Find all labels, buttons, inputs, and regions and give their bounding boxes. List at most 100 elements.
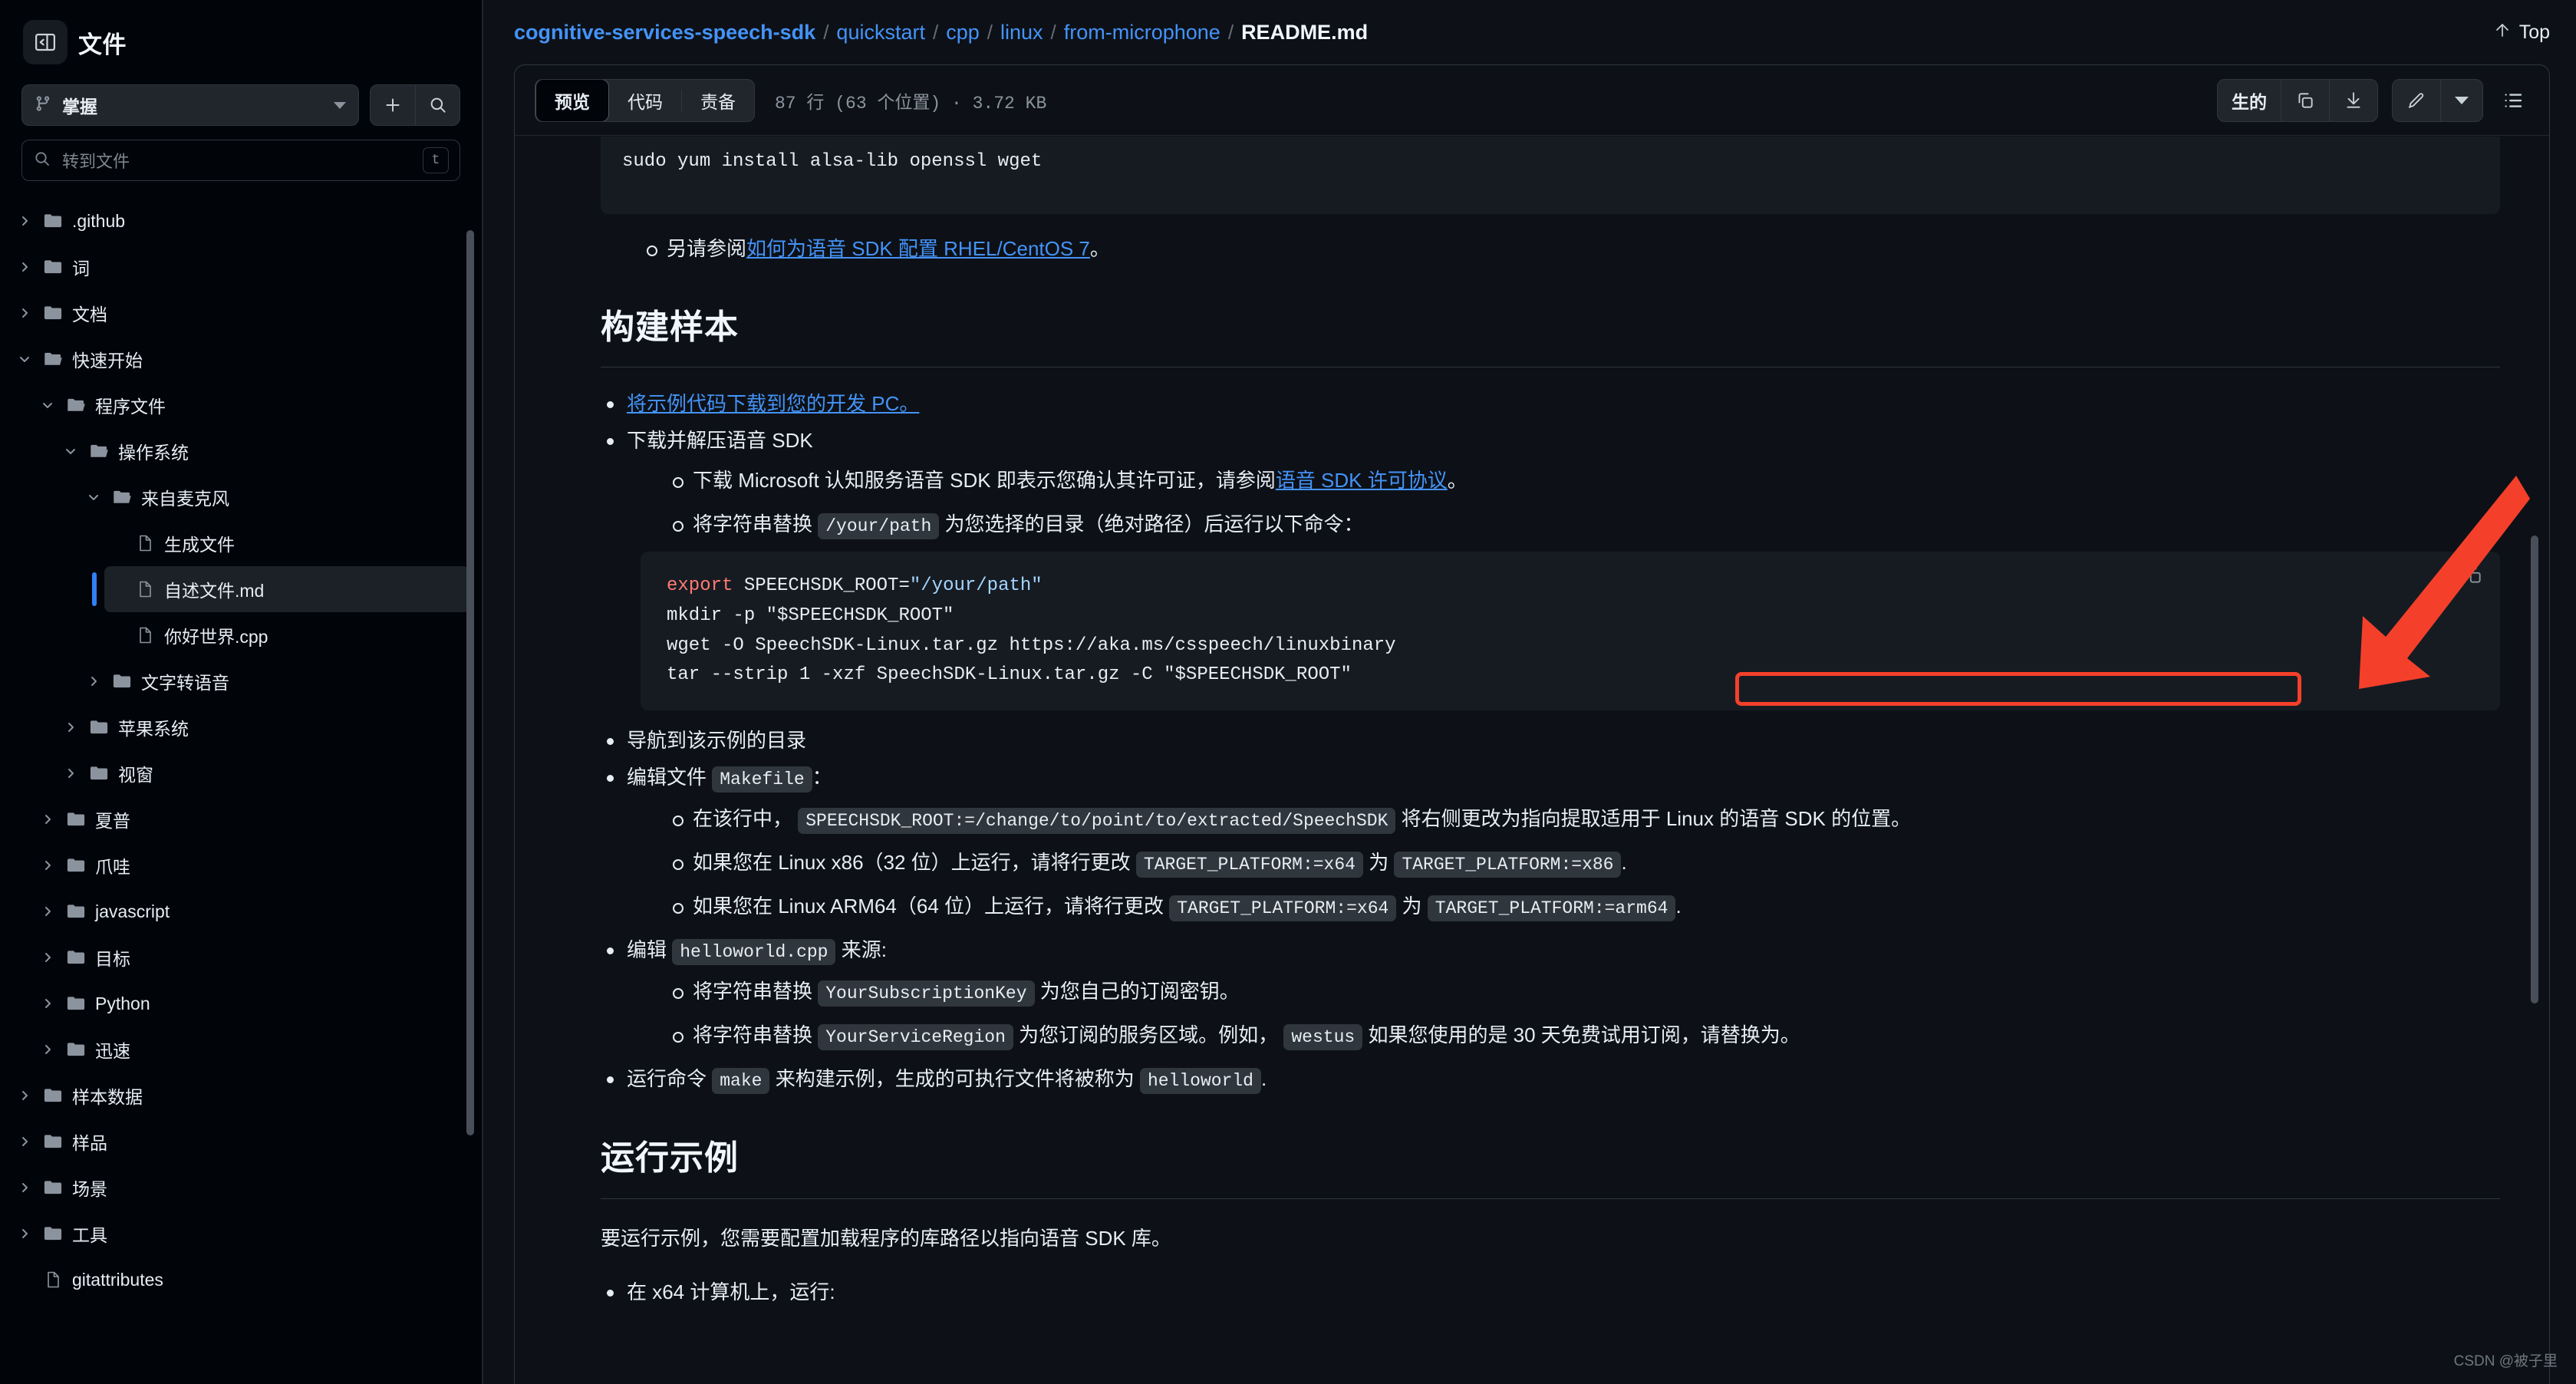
sidebar-title: 文件 <box>78 25 127 60</box>
chevron-right-icon[interactable] <box>35 859 60 872</box>
chevron-right-icon[interactable] <box>35 951 60 964</box>
note-suffix: 。 <box>1090 237 1110 260</box>
go-to-file-input[interactable]: 转到文件 t <box>21 140 460 181</box>
go-to-file-shortcut: t <box>423 147 449 173</box>
breadcrumb-cpp[interactable]: cpp <box>946 21 980 44</box>
tree-file-item[interactable]: gitattributes <box>12 1257 469 1303</box>
folder-icon <box>83 717 115 738</box>
breadcrumb-linux[interactable]: linux <box>1000 21 1043 44</box>
chevron-right-icon[interactable] <box>12 215 37 227</box>
chevron-down-icon[interactable] <box>2440 79 2482 122</box>
folder-icon <box>37 210 69 232</box>
tree-folder-item[interactable]: 目标 <box>35 934 469 980</box>
chevron-right-icon[interactable] <box>12 261 37 273</box>
chevron-right-icon[interactable] <box>81 675 106 687</box>
watermark: CSDN @被子里 <box>2454 1349 2558 1370</box>
tree-folder-item[interactable]: 苹果系统 <box>58 704 469 750</box>
chevron-down-icon[interactable] <box>58 445 83 457</box>
tree-folder-item[interactable]: 夏普 <box>35 796 469 842</box>
search-icon[interactable] <box>415 85 460 125</box>
tab-code[interactable]: 代码 <box>609 79 681 122</box>
git-branch-icon <box>35 94 51 117</box>
chevron-right-icon[interactable] <box>35 1043 60 1056</box>
plus-icon[interactable] <box>371 85 415 125</box>
download-icon[interactable] <box>2329 79 2377 122</box>
code-line: mkdir -p "$SPEECHSDK_ROOT" <box>667 601 2474 631</box>
breadcrumb-separator: / <box>1051 21 1056 44</box>
tree-folder-item[interactable]: 场景 <box>12 1165 469 1211</box>
tree-folder-item[interactable]: 文字转语音 <box>81 658 469 704</box>
pencil-icon[interactable] <box>2393 79 2440 122</box>
tree-folder-item[interactable]: 词 <box>12 244 469 290</box>
inline-code-target-x86: TARGET_PLATFORM:=x86 <box>1394 852 1621 878</box>
tree-file-item[interactable]: 生成文件 <box>104 520 469 566</box>
tree-folder-item[interactable]: 工具 <box>12 1211 469 1257</box>
folder-open-icon <box>83 440 115 462</box>
make-post: . <box>1261 1067 1267 1090</box>
list-item: 运行命令 make 来构建示例，生成的可执行文件将被称为 helloworld. <box>601 1063 2500 1096</box>
tree-folder-item[interactable]: 样本数据 <box>12 1073 469 1119</box>
chevron-right-icon[interactable] <box>35 997 60 1010</box>
rhel-centos-link[interactable]: 如何为语音 SDK 配置 RHEL/CentOS 7 <box>746 237 1090 260</box>
chevron-right-icon[interactable] <box>35 905 60 918</box>
tree-folder-item[interactable]: 文档 <box>12 290 469 336</box>
copy-icon[interactable] <box>2463 565 2483 597</box>
breadcrumb-repo[interactable]: cognitive-services-speech-sdk <box>514 21 815 44</box>
bullet-unzip-label: 下载并解压语音 SDK <box>627 429 813 452</box>
chevron-down-icon[interactable] <box>81 491 106 503</box>
chevron-right-icon[interactable] <box>35 813 60 825</box>
file-icon <box>129 625 161 645</box>
inline-code-your-path: /your/path <box>818 513 939 539</box>
tree-folder-item[interactable]: Python <box>35 980 469 1026</box>
tree-folder-item[interactable]: javascript <box>35 888 469 934</box>
tree-folder-item[interactable]: 快速开始 <box>12 336 469 382</box>
folder-icon <box>83 763 115 784</box>
chevron-right-icon[interactable] <box>12 307 37 319</box>
breadcrumb-from-microphone[interactable]: from-microphone <box>1064 21 1220 44</box>
inline-code-makefile: Makefile <box>712 766 812 793</box>
chevron-right-icon[interactable] <box>58 721 83 733</box>
arm-post: . <box>1675 895 1681 918</box>
chevron-right-icon[interactable] <box>12 1089 37 1102</box>
content-scrollbar[interactable] <box>2531 535 2538 1003</box>
tree-item-label: javascript <box>95 901 170 922</box>
sidebar-header: 文件 <box>0 0 482 78</box>
chevron-right-icon[interactable] <box>12 1181 37 1194</box>
tree-file-item[interactable]: 自述文件.md <box>104 566 469 612</box>
chevron-down-icon[interactable] <box>35 399 60 411</box>
tree-folder-item[interactable]: 样品 <box>12 1119 469 1165</box>
chevron-right-icon[interactable] <box>12 1135 37 1148</box>
copy-icon[interactable] <box>2281 79 2329 122</box>
view-mode-tabs: 预览 代码 责备 <box>535 79 755 122</box>
breadcrumb-separator: / <box>1228 21 1234 44</box>
download-sample-link[interactable]: 将示例代码下载到您的开发 PC。 <box>627 392 919 415</box>
sidebar-scrollbar[interactable] <box>466 230 474 1135</box>
tree-item-label: gitattributes <box>72 1270 163 1290</box>
branch-selector[interactable]: 掌握 <box>21 84 359 126</box>
top-button[interactable]: Top <box>2493 20 2550 45</box>
tab-preview[interactable]: 预览 <box>535 79 609 122</box>
tree-folder-item[interactable]: 程序文件 <box>35 382 469 428</box>
tree-folder-item[interactable]: 来自麦克风 <box>81 474 469 520</box>
replace-path-post: 为您选择的目录（绝对路径）后运行以下命令： <box>945 512 1364 535</box>
breadcrumb-quickstart[interactable]: quickstart <box>836 21 925 44</box>
code-block-yum: sudo yum install alsa-lib openssl wget <box>601 137 2500 214</box>
tree-folder-item[interactable]: 迅速 <box>35 1026 469 1073</box>
tree-file-item[interactable]: 你好世界.cpp <box>104 612 469 658</box>
makefile-sub-list: 在该行中， SPEECHSDK_ROOT:=/change/to/point/t… <box>627 802 2500 924</box>
tab-blame[interactable]: 责备 <box>682 79 754 122</box>
tree-folder-item[interactable]: .github <box>12 198 469 244</box>
breadcrumb-separator: / <box>987 21 993 44</box>
chevron-down-icon[interactable] <box>12 353 37 365</box>
sidebar-collapse-icon[interactable] <box>23 20 68 64</box>
tree-folder-item[interactable]: 操作系统 <box>58 428 469 474</box>
tree-folder-item[interactable]: 视窗 <box>58 750 469 796</box>
raw-button[interactable]: 生的 <box>2218 79 2281 122</box>
chevron-right-icon[interactable] <box>12 1227 37 1240</box>
speech-sdk-license-link[interactable]: 语音 SDK 许可协议 <box>1276 469 1448 492</box>
build-steps-list-2: 导航到该示例的目录 编辑文件 Makefile： 在该行中， SPEECHSDK… <box>601 724 2500 1096</box>
list-icon[interactable] <box>2497 89 2529 112</box>
chevron-right-icon[interactable] <box>58 767 83 779</box>
tree-folder-item[interactable]: 爪哇 <box>35 842 469 888</box>
note-list: 另请参阅如何为语音 SDK 配置 RHEL/CentOS 7。 <box>601 232 2500 265</box>
